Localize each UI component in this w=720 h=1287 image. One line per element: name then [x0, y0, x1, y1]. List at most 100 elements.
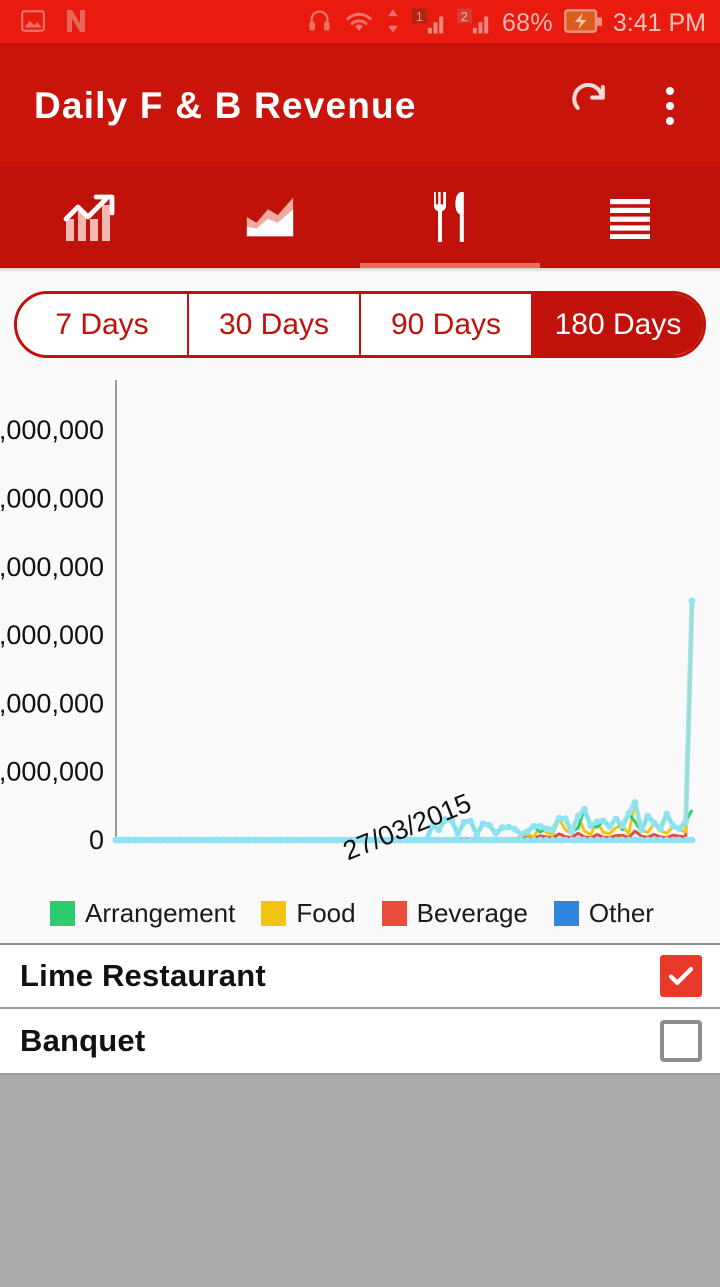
- chart-baseline-point: [574, 836, 582, 844]
- range-option-90-days[interactable]: 90 Days: [361, 294, 533, 355]
- chart-data-point: [625, 810, 633, 817]
- chart-baseline-point: [682, 836, 690, 844]
- y-axis-tick-label: 0: [89, 825, 104, 855]
- legend-swatch-food: [261, 901, 287, 926]
- range-option-7-days[interactable]: 7 Days: [17, 294, 189, 355]
- chart-baseline-point: [657, 836, 664, 844]
- chart-baseline-point: [587, 836, 595, 844]
- battery-charging-icon: [563, 8, 602, 39]
- status-bar: 1 2 68% 3:41 PM: [0, 0, 720, 46]
- range-option-180-days[interactable]: 180 Days: [533, 294, 703, 355]
- chart-baseline-point: [505, 836, 512, 844]
- chart-data-point: [549, 826, 557, 834]
- tab-bar: [0, 166, 720, 272]
- chart-data-point: [638, 826, 645, 834]
- chart-baseline-point: [625, 836, 633, 844]
- list-item[interactable]: Lime Restaurant: [0, 943, 720, 1009]
- n-app-icon: [64, 8, 88, 39]
- chart-data-point: [568, 828, 576, 836]
- legend-label-arrangement: Arrangement: [85, 898, 236, 928]
- chart-baseline-point: [498, 836, 506, 844]
- chart-baseline-point: [486, 836, 493, 844]
- chart-baseline-point: [435, 836, 443, 844]
- chart-baseline-point: [612, 836, 620, 844]
- chart-data-point: [600, 817, 607, 825]
- overflow-menu-button[interactable]: [654, 81, 686, 131]
- chart-data-point: [682, 818, 690, 825]
- chart-baseline-point: [321, 836, 329, 844]
- chart-baseline-point: [479, 836, 487, 844]
- chart-baseline-point: [283, 836, 291, 844]
- chart-baseline-point: [232, 836, 240, 844]
- chart-baseline-point: [631, 836, 639, 844]
- chart-data-point: [536, 822, 544, 830]
- app-bar: Daily F & B Revenue: [0, 46, 720, 166]
- outlet-checkbox-unchecked[interactable]: [660, 1020, 702, 1062]
- chart-data-point: [543, 825, 550, 833]
- chart-baseline-point: [150, 836, 158, 844]
- sim2-signal-icon: 2: [456, 8, 491, 39]
- chart-baseline-point: [473, 836, 481, 844]
- chart-legend: Arrangement Food Beverage Other: [0, 898, 720, 929]
- refresh-button[interactable]: [568, 83, 614, 129]
- battery-percent-label: 68%: [501, 8, 553, 37]
- legend-item-other[interactable]: Other: [553, 898, 654, 929]
- range-option-30-days[interactable]: 30 Days: [189, 294, 361, 355]
- chart-baseline-point: [226, 836, 234, 844]
- tab-area-chart[interactable]: [180, 166, 360, 268]
- chart-baseline-point: [606, 836, 614, 844]
- legend-item-food[interactable]: Food: [261, 898, 356, 929]
- chart-baseline-point: [188, 836, 196, 844]
- chart-baseline-point: [163, 836, 171, 844]
- chart-baseline-point: [593, 836, 601, 844]
- chart-baseline-point: [308, 836, 316, 844]
- chart-baseline-point: [207, 836, 215, 844]
- chart-baseline-point: [549, 836, 557, 844]
- tab-list[interactable]: [540, 166, 720, 268]
- revenue-chart-card: 0 2,000,000 4,000,000 6,000,000 8,000,000 10,…: [0, 378, 720, 943]
- list-item[interactable]: Banquet: [0, 1009, 720, 1075]
- chart-baseline-point: [492, 836, 500, 844]
- chart-baseline-point: [669, 836, 677, 844]
- chart-data-point: [505, 823, 512, 831]
- chart-baseline-point: [156, 836, 164, 844]
- chart-baseline-point: [131, 836, 139, 844]
- area-chart-icon: [246, 197, 294, 237]
- chart-data-point: [511, 825, 519, 833]
- chart-baseline-point: [454, 836, 462, 844]
- chart-baseline-point: [644, 836, 652, 844]
- y-axis-tick-label: 12,000,000: [0, 415, 104, 445]
- cutlery-icon: [434, 192, 464, 242]
- chart-baseline-point: [568, 836, 576, 844]
- chart-baseline-point: [270, 836, 278, 844]
- page-title: Daily F & B Revenue: [34, 85, 417, 126]
- refresh-icon: [572, 83, 605, 110]
- tab-food-beverage[interactable]: [360, 166, 540, 268]
- chart-baseline-point: [327, 836, 335, 844]
- chart-data-point: [669, 822, 677, 830]
- chart-baseline-point: [277, 836, 284, 844]
- legend-item-beverage[interactable]: Beverage: [381, 898, 528, 929]
- status-bar-notifications: [20, 8, 88, 39]
- chart-baseline-point: [619, 836, 626, 844]
- chart-baseline-point: [555, 836, 563, 844]
- chart-baseline-point: [511, 836, 519, 844]
- outlet-name: Banquet: [20, 1023, 146, 1058]
- revenue-line-chart[interactable]: 0 2,000,000 4,000,000 6,000,000 8,000,000 10,…: [0, 378, 720, 878]
- chart-data-point: [517, 830, 525, 838]
- status-bar-system-icons: 1 2 68% 3:41 PM: [306, 7, 706, 39]
- chart-data-point: [498, 824, 506, 832]
- chart-baseline-point: [264, 836, 272, 844]
- chart-baseline-point: [169, 836, 177, 844]
- svg-text:1: 1: [416, 10, 423, 24]
- legend-item-arrangement[interactable]: Arrangement: [50, 898, 235, 929]
- chart-data-point: [486, 821, 493, 829]
- chart-baseline-point: [688, 836, 696, 844]
- tab-trending-chart[interactable]: [0, 166, 180, 268]
- chart-baseline-point: [137, 836, 145, 844]
- list-lines-icon: [610, 199, 650, 239]
- range-selector: 7 Days 30 Days 90 Days 180 Days: [14, 291, 706, 358]
- outlet-checkbox-checked[interactable]: [660, 955, 702, 997]
- chart-data-point: [581, 805, 588, 813]
- range-selector-container: 7 Days 30 Days 90 Days 180 Days: [0, 268, 720, 378]
